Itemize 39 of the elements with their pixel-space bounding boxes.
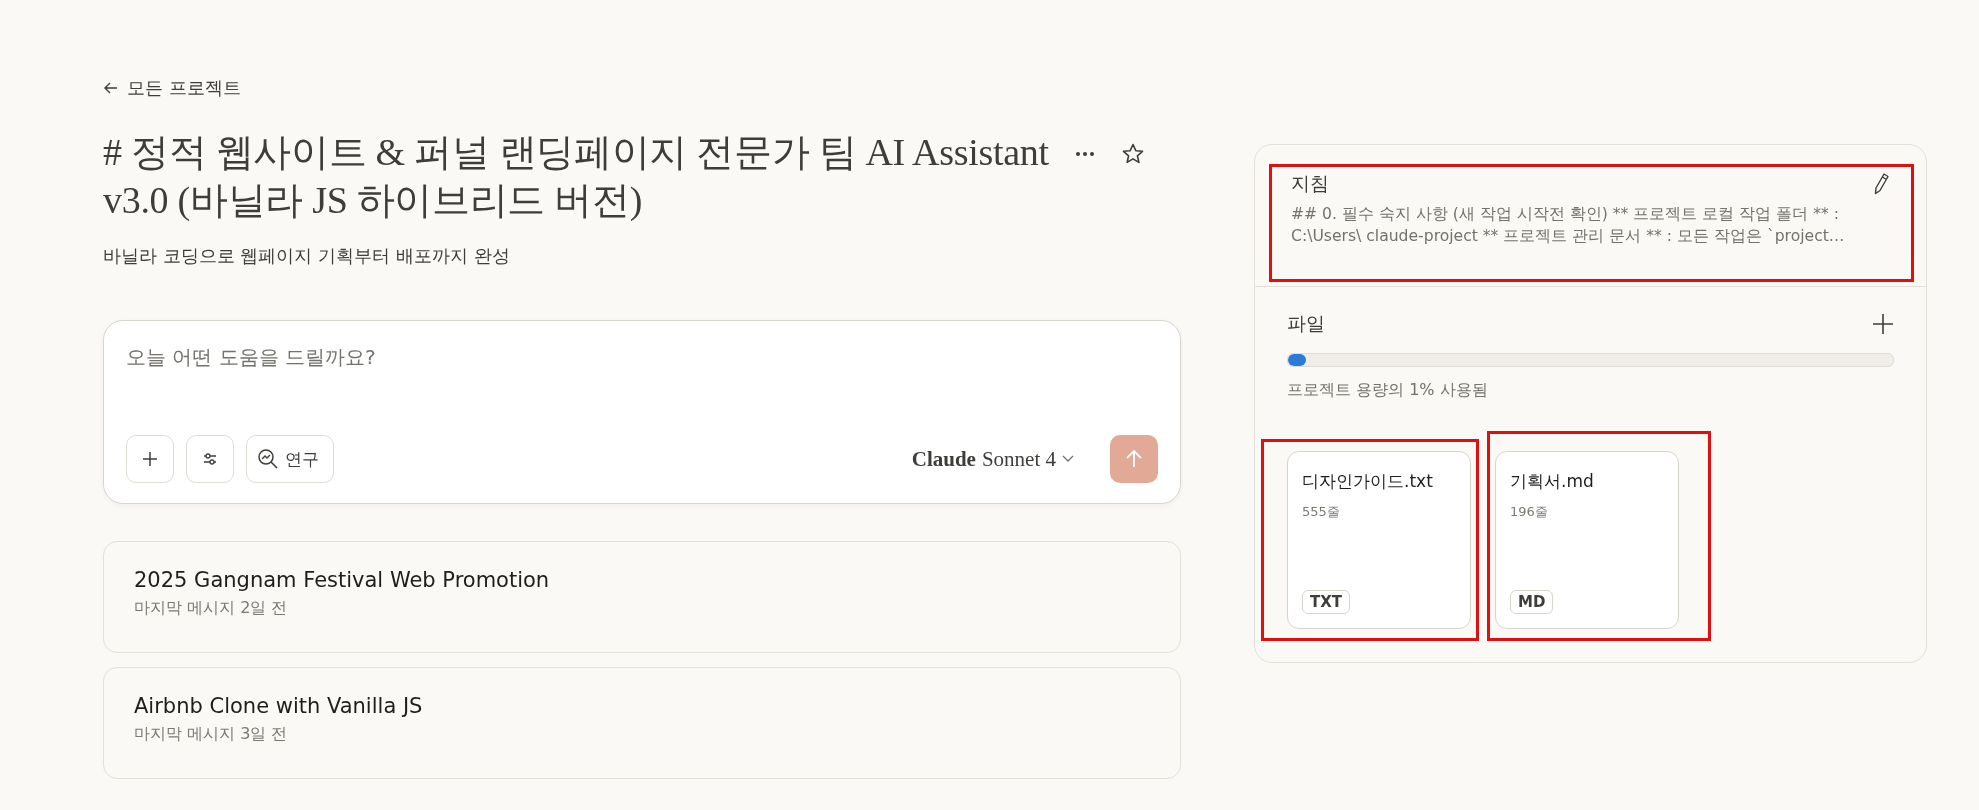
- file-card[interactable]: 기획서.md 196줄 MD: [1495, 451, 1679, 629]
- pencil-icon: [1872, 172, 1890, 196]
- file-type-badge: MD: [1510, 590, 1554, 614]
- back-link[interactable]: 모든 프로젝트: [103, 76, 241, 100]
- conversation-timestamp: 마지막 메시지 3일 전: [134, 724, 289, 745]
- chevron-down-icon: [1062, 455, 1074, 463]
- file-card[interactable]: 디자인가이드.txt 555줄 TXT: [1287, 451, 1471, 629]
- add-file-button[interactable]: [1872, 313, 1894, 335]
- star-button[interactable]: [1121, 142, 1145, 166]
- message-input[interactable]: 오늘 어떤 도움을 드릴까요?: [126, 341, 1158, 373]
- settings-button[interactable]: [186, 435, 234, 483]
- project-title: # 정적 웹사이트 & 퍼널 랜딩페이지 전문가 팀 AI Assistant v3.0 (바닐라 JS 하이브리드 버전): [103, 130, 1050, 223]
- instructions-preview: ## 0. 필수 숙지 사항 (새 작업 시작전 확인) ** 프로젝트 로컬 작업 폴더 ** : C:\Users\ claude-project ** 프로젝트 관리 문서 ** : 모든 작업은 `project…: [1291, 204, 1846, 247]
- plus-icon: [1872, 313, 1894, 335]
- more-button[interactable]: [1075, 151, 1095, 157]
- conversation-timestamp: 마지막 메시지 2일 전: [134, 598, 289, 619]
- line-count: 196줄: [1510, 503, 1549, 521]
- sliders-icon: [201, 450, 219, 468]
- conversation-title: 2025 Gangnam Festival Web Promotion: [134, 568, 551, 592]
- model-selector[interactable]: Claude Sonnet 4: [905, 445, 1080, 473]
- file-name: 디자인가이드.txt: [1302, 470, 1434, 493]
- line-count: 555줄: [1302, 503, 1341, 521]
- back-arrow-icon: [103, 80, 119, 96]
- edit-button[interactable]: [1872, 172, 1890, 196]
- more-icon: [1075, 151, 1095, 157]
- arrow-up-icon: [1125, 449, 1143, 469]
- section-title: 파일: [1287, 311, 1325, 336]
- plus-icon: [141, 450, 159, 468]
- file-name: 기획서.md: [1510, 470, 1595, 493]
- usage-label: 프로젝트 용량의 1% 사용됨: [1287, 380, 1489, 401]
- add-button[interactable]: [126, 435, 174, 483]
- research-button[interactable]: 연구: [246, 435, 334, 483]
- file-type-badge: TXT: [1302, 590, 1351, 614]
- project-description: 바닐라 코딩으로 웹페이지 기획부터 배포까지 완성: [103, 244, 511, 268]
- research-icon: [257, 448, 279, 470]
- conversation-card[interactable]: Airbnb Clone with Vanilla JS 마지막 메시지 3일 전: [103, 667, 1181, 779]
- conversation-title: Airbnb Clone with Vanilla JS: [134, 694, 424, 718]
- conversation-card[interactable]: 2025 Gangnam Festival Web Promotion 마지막 메시지 2일 전: [103, 541, 1181, 653]
- section-title: 지침: [1291, 171, 1329, 196]
